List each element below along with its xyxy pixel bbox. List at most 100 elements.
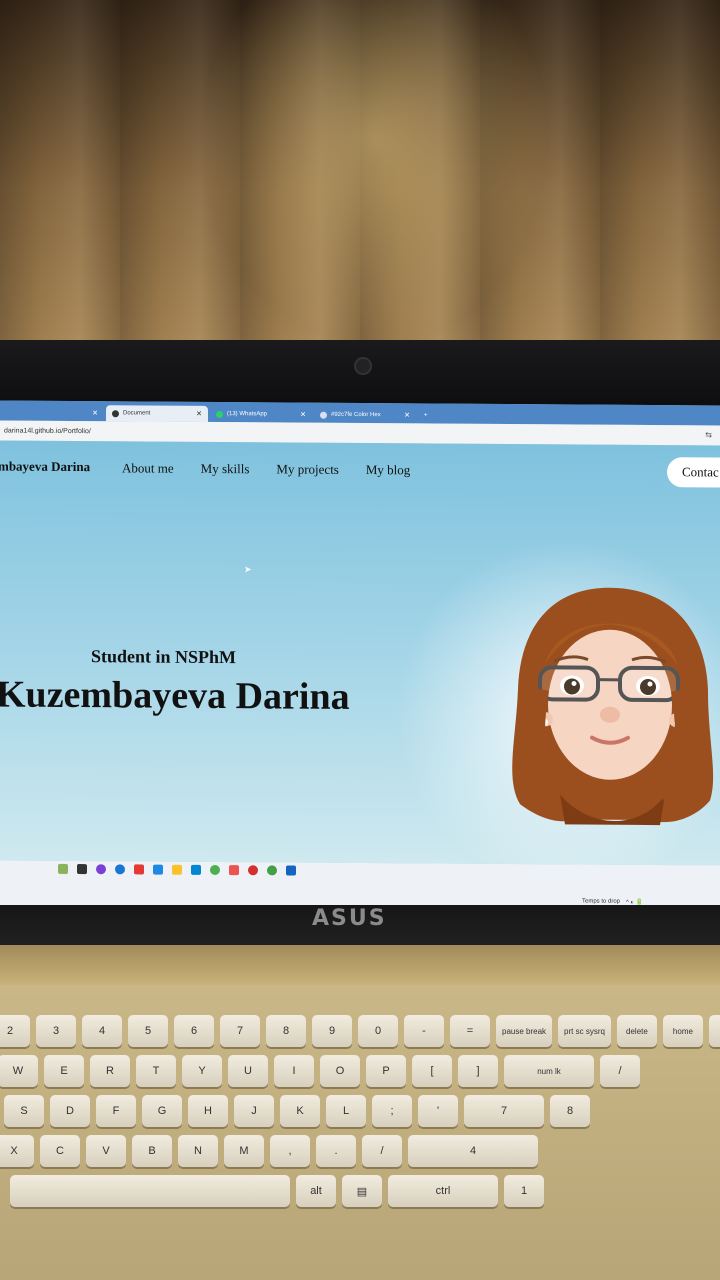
site-brand[interactable]: mbayeva Darina	[0, 458, 90, 475]
key[interactable]: M	[224, 1135, 264, 1167]
mouse-cursor-icon: ➤	[244, 564, 252, 575]
key[interactable]: 2	[0, 1015, 30, 1047]
key[interactable]: =	[450, 1015, 490, 1047]
tab-color-hex[interactable]: #92c7fe Color Hex ✕	[314, 407, 416, 424]
key-row-2: W E R T Y U I O P [ ] num lk /	[0, 1055, 720, 1087]
nav-my-blog[interactable]: My blog	[366, 462, 410, 478]
contact-button[interactable]: Contac	[667, 457, 720, 488]
folder-icon[interactable]	[172, 864, 182, 875]
key[interactable]: X	[0, 1135, 34, 1167]
chrome-alt-icon[interactable]	[267, 865, 277, 876]
tab-whatsapp[interactable]: (13) WhatsApp ✕	[210, 406, 312, 423]
key[interactable]: .	[316, 1135, 356, 1167]
key[interactable]: delete	[616, 1015, 657, 1047]
tree-icon[interactable]	[58, 863, 68, 874]
key[interactable]: 4	[82, 1015, 122, 1047]
key[interactable]: /	[362, 1135, 402, 1167]
key[interactable]: 7	[464, 1095, 544, 1127]
key[interactable]: num lk	[504, 1055, 594, 1087]
key[interactable]: I	[274, 1055, 314, 1087]
key-row-5: alt ▤ ctrl 1	[10, 1175, 720, 1207]
store-icon[interactable]	[153, 864, 163, 875]
key[interactable]: V	[86, 1135, 126, 1167]
task-view-icon[interactable]	[77, 864, 87, 875]
tab-label: #92c7fe Color Hex	[331, 411, 381, 419]
key[interactable]: '	[418, 1095, 458, 1127]
nav-my-projects[interactable]: My projects	[276, 461, 338, 477]
close-icon[interactable]: ✕	[92, 409, 98, 417]
key[interactable]: prt sc sysrq	[558, 1015, 611, 1047]
close-icon[interactable]: ✕	[404, 411, 410, 419]
key[interactable]: J	[234, 1095, 274, 1127]
new-tab-button[interactable]: +	[418, 407, 440, 423]
tab-document[interactable]: Document ✕	[106, 405, 208, 422]
key[interactable]: 8	[266, 1015, 306, 1047]
mail-icon[interactable]	[191, 864, 201, 875]
key[interactable]: F	[96, 1095, 136, 1127]
key[interactable]: W	[0, 1055, 38, 1087]
key[interactable]: L	[326, 1095, 366, 1127]
key[interactable]: G	[142, 1095, 182, 1127]
key[interactable]: 9	[312, 1015, 352, 1047]
key-row-4: X C V B N M , . / 4	[0, 1135, 720, 1167]
key[interactable]: pause break	[496, 1015, 553, 1047]
key[interactable]: 3	[36, 1015, 76, 1047]
key[interactable]: 6	[174, 1015, 214, 1047]
chrome-icon[interactable]	[210, 864, 220, 876]
key[interactable]: Y	[182, 1055, 222, 1087]
hero-title: Kuzembayeva Darina	[0, 673, 350, 718]
key-row-3: S D F G H J K L ; ' 7 8	[4, 1095, 720, 1127]
key[interactable]: K	[280, 1095, 320, 1127]
url-text[interactable]: darina14l.github.io/Portfolio/	[4, 427, 91, 435]
portfolio-page: mbayeva Darina About me My skills My pro…	[0, 440, 720, 906]
key-row-1: 2 3 4 5 6 7 8 9 0 - = pause break prt sc…	[0, 1015, 720, 1047]
key[interactable]: 5	[128, 1015, 168, 1047]
key[interactable]: U	[228, 1055, 268, 1087]
key[interactable]: D	[50, 1095, 90, 1127]
vscode-icon[interactable]	[286, 865, 296, 876]
key[interactable]: N	[178, 1135, 218, 1167]
space-bar[interactable]	[10, 1175, 290, 1207]
key[interactable]: [	[412, 1055, 452, 1087]
hero-subtitle: Student in NSPhM	[91, 646, 237, 668]
key[interactable]: C	[40, 1135, 80, 1167]
key[interactable]: P	[366, 1055, 406, 1087]
nav-my-skills[interactable]: My skills	[201, 461, 250, 477]
asus-logo: ASUS	[312, 906, 387, 931]
key[interactable]: S	[4, 1095, 44, 1127]
memoji-avatar	[512, 587, 714, 826]
opera-icon[interactable]	[248, 865, 258, 876]
whatsapp-icon	[216, 410, 223, 418]
key[interactable]: /	[600, 1055, 640, 1087]
key[interactable]: 0	[358, 1015, 398, 1047]
key[interactable]: alt	[296, 1175, 336, 1207]
key[interactable]: O	[320, 1055, 360, 1087]
edge-icon[interactable]	[115, 864, 125, 875]
key[interactable]: E	[44, 1055, 84, 1087]
translate-icon[interactable]: ⇆	[705, 430, 712, 439]
key[interactable]: B	[132, 1135, 172, 1167]
cortana-icon[interactable]	[96, 864, 106, 875]
close-icon[interactable]: ✕	[196, 410, 202, 418]
key[interactable]: pgup	[708, 1015, 720, 1047]
key[interactable]: 4	[408, 1135, 538, 1167]
yandex-icon[interactable]	[134, 864, 144, 875]
key[interactable]: 1	[504, 1175, 544, 1207]
tab-blank[interactable]: ✕	[2, 405, 104, 422]
key[interactable]: 7	[220, 1015, 260, 1047]
key[interactable]: R	[90, 1055, 130, 1087]
menu-key-icon[interactable]: ▤	[342, 1175, 382, 1207]
key[interactable]: home	[662, 1015, 703, 1047]
key[interactable]: ;	[372, 1095, 412, 1127]
key[interactable]: -	[404, 1015, 444, 1047]
github-icon	[112, 409, 119, 417]
key[interactable]: 8	[550, 1095, 590, 1127]
close-icon[interactable]: ✕	[300, 411, 306, 419]
key[interactable]: ctrl	[388, 1175, 498, 1207]
nav-about-me[interactable]: About me	[122, 460, 174, 476]
office-icon[interactable]	[229, 865, 239, 876]
key[interactable]: T	[136, 1055, 176, 1087]
key[interactable]: ]	[458, 1055, 498, 1087]
key[interactable]: ,	[270, 1135, 310, 1167]
key[interactable]: H	[188, 1095, 228, 1127]
